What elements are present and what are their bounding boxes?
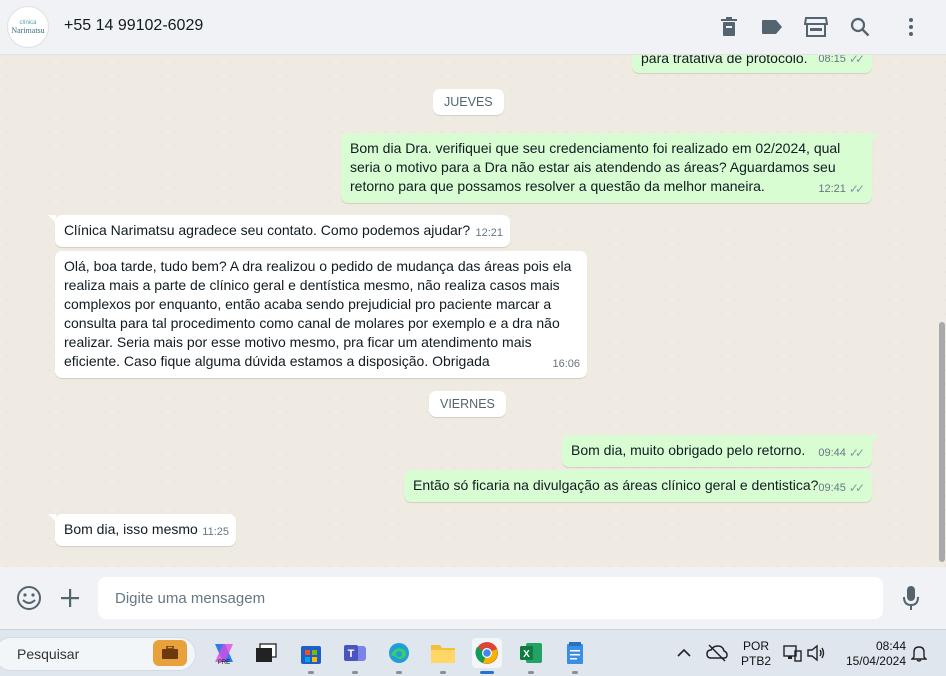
more-icon[interactable] xyxy=(898,14,924,40)
message-time: 12:21 xyxy=(818,183,846,195)
svg-text:PRE: PRE xyxy=(218,660,230,666)
notification-bell-icon[interactable] xyxy=(908,638,930,668)
message-meta: 09:44 ✓✓ xyxy=(818,444,865,463)
app-indicator xyxy=(480,671,494,674)
double-check-icon: ✓✓ xyxy=(848,55,865,66)
teams-icon[interactable]: T xyxy=(340,638,370,674)
message-text: Clínica Narimatsu agradece seu contato. … xyxy=(64,222,471,238)
scrollbar-thumb[interactable] xyxy=(939,322,945,562)
message-text: Bom dia, muito obrigado pelo retorno. xyxy=(571,442,806,458)
message-meta: 12:21 ✓✓ xyxy=(818,180,865,199)
clock-time: 08:44 xyxy=(875,639,906,653)
contact-name[interactable]: +55 14 99102-6029 xyxy=(64,17,203,35)
store-icon[interactable] xyxy=(803,14,829,40)
bubble-tail xyxy=(871,435,879,443)
app-indicator xyxy=(308,671,314,674)
notepad-icon[interactable] xyxy=(560,638,590,674)
composer xyxy=(0,567,946,629)
message-list[interactable]: para tratativa de protocolo. 08:15 ✓✓ JU… xyxy=(0,55,946,567)
double-check-icon: ✓✓ xyxy=(848,446,865,460)
message-text: Bom dia, isso mesmo xyxy=(64,521,198,537)
plus-icon[interactable] xyxy=(56,584,84,612)
file-explorer-icon[interactable] xyxy=(428,638,458,674)
svg-text:X: X xyxy=(523,649,530,660)
clock[interactable]: 08:44 15/04/2024 xyxy=(838,639,906,669)
store-icon[interactable] xyxy=(296,638,326,674)
message-time: 16:06 xyxy=(552,358,580,370)
bubble-tail xyxy=(48,514,56,522)
message-incoming[interactable]: Clínica Narimatsu agradece seu contato. … xyxy=(48,215,510,247)
message-meta: 11:25 xyxy=(202,523,229,542)
message-incoming[interactable]: Bom dia, isso mesmo 11:25 xyxy=(48,514,236,546)
scrollbar[interactable] xyxy=(938,55,946,567)
avatar-logo-text: Narimatsu xyxy=(11,25,45,35)
svg-text:T: T xyxy=(348,648,355,660)
app-indicator xyxy=(440,671,446,674)
message-outgoing[interactable]: para tratativa de protocolo. 08:15 ✓✓ xyxy=(632,55,872,73)
message-text: Olá, boa tarde, tudo bem? A dra realizou… xyxy=(64,258,572,369)
message-text: para tratativa de protocolo. xyxy=(641,55,808,66)
double-check-icon: ✓✓ xyxy=(848,481,865,495)
message-outgoing[interactable]: Bom dia, muito obrigado pelo retorno. 09… xyxy=(562,435,879,467)
emoji-icon[interactable] xyxy=(15,584,43,612)
copilot-icon[interactable]: PRE xyxy=(209,638,239,668)
message-outgoing[interactable]: Bom dia Dra. verifiquei que seu credenci… xyxy=(341,133,879,203)
avatar[interactable]: clínica Narimatsu xyxy=(7,6,49,48)
chevron-up-icon[interactable] xyxy=(672,638,696,668)
task-view-icon[interactable] xyxy=(251,638,281,668)
message-time: 09:44 xyxy=(818,447,846,459)
taskbar-search-placeholder: Pesquisar xyxy=(17,646,80,662)
label-icon[interactable] xyxy=(759,14,785,40)
message-outgoing[interactable]: Então só ficaria na divulgação as áreas … xyxy=(404,470,872,502)
date-separator: JUEVES xyxy=(433,89,504,115)
input-language[interactable]: POR PTB2 xyxy=(740,639,772,669)
message-text: Então só ficaria na divulgação as áreas … xyxy=(413,477,819,493)
taskbar: Pesquisar PRE T X POR PTB2 08:44 15/04/2… xyxy=(0,629,946,676)
chat-header: clínica Narimatsu +55 14 99102-6029 xyxy=(0,0,946,55)
message-incoming[interactable]: Olá, boa tarde, tudo bem? A dra realizou… xyxy=(55,251,587,378)
app-indicator xyxy=(396,671,402,674)
app-indicator xyxy=(352,671,358,674)
double-check-icon: ✓✓ xyxy=(848,182,865,196)
app-indicator xyxy=(572,671,578,674)
keyboard-layout: PTB2 xyxy=(740,654,771,668)
chrome-icon[interactable] xyxy=(472,638,502,674)
date-separator: VIERNES xyxy=(429,391,506,417)
edge-icon[interactable] xyxy=(384,638,414,674)
microphone-icon[interactable] xyxy=(897,584,925,612)
network-icon[interactable] xyxy=(781,638,803,668)
message-meta: 16:06 xyxy=(552,355,580,374)
language-code: POR xyxy=(742,639,769,653)
excel-icon[interactable]: X xyxy=(516,638,546,674)
message-input[interactable] xyxy=(98,577,883,619)
app-indicator xyxy=(528,671,534,674)
message-time: 08:15 xyxy=(818,55,846,65)
message-meta: 12:21 xyxy=(475,224,503,243)
message-time: 11:25 xyxy=(202,526,229,538)
briefcase-icon[interactable] xyxy=(153,640,187,666)
message-text: Bom dia Dra. verifiquei que seu credenci… xyxy=(350,140,841,194)
message-meta: 08:15 ✓✓ xyxy=(818,55,865,69)
trash-icon[interactable] xyxy=(716,14,742,40)
message-time: 12:21 xyxy=(475,227,503,239)
search-icon[interactable] xyxy=(847,14,873,40)
message-meta: 09:45 ✓✓ xyxy=(818,479,865,498)
volume-icon[interactable] xyxy=(805,638,827,668)
bubble-tail xyxy=(48,215,56,223)
message-time: 09:45 xyxy=(818,482,846,494)
bubble-tail xyxy=(871,133,879,141)
clock-date: 15/04/2024 xyxy=(845,654,906,668)
cloud-offline-icon[interactable] xyxy=(703,638,731,668)
